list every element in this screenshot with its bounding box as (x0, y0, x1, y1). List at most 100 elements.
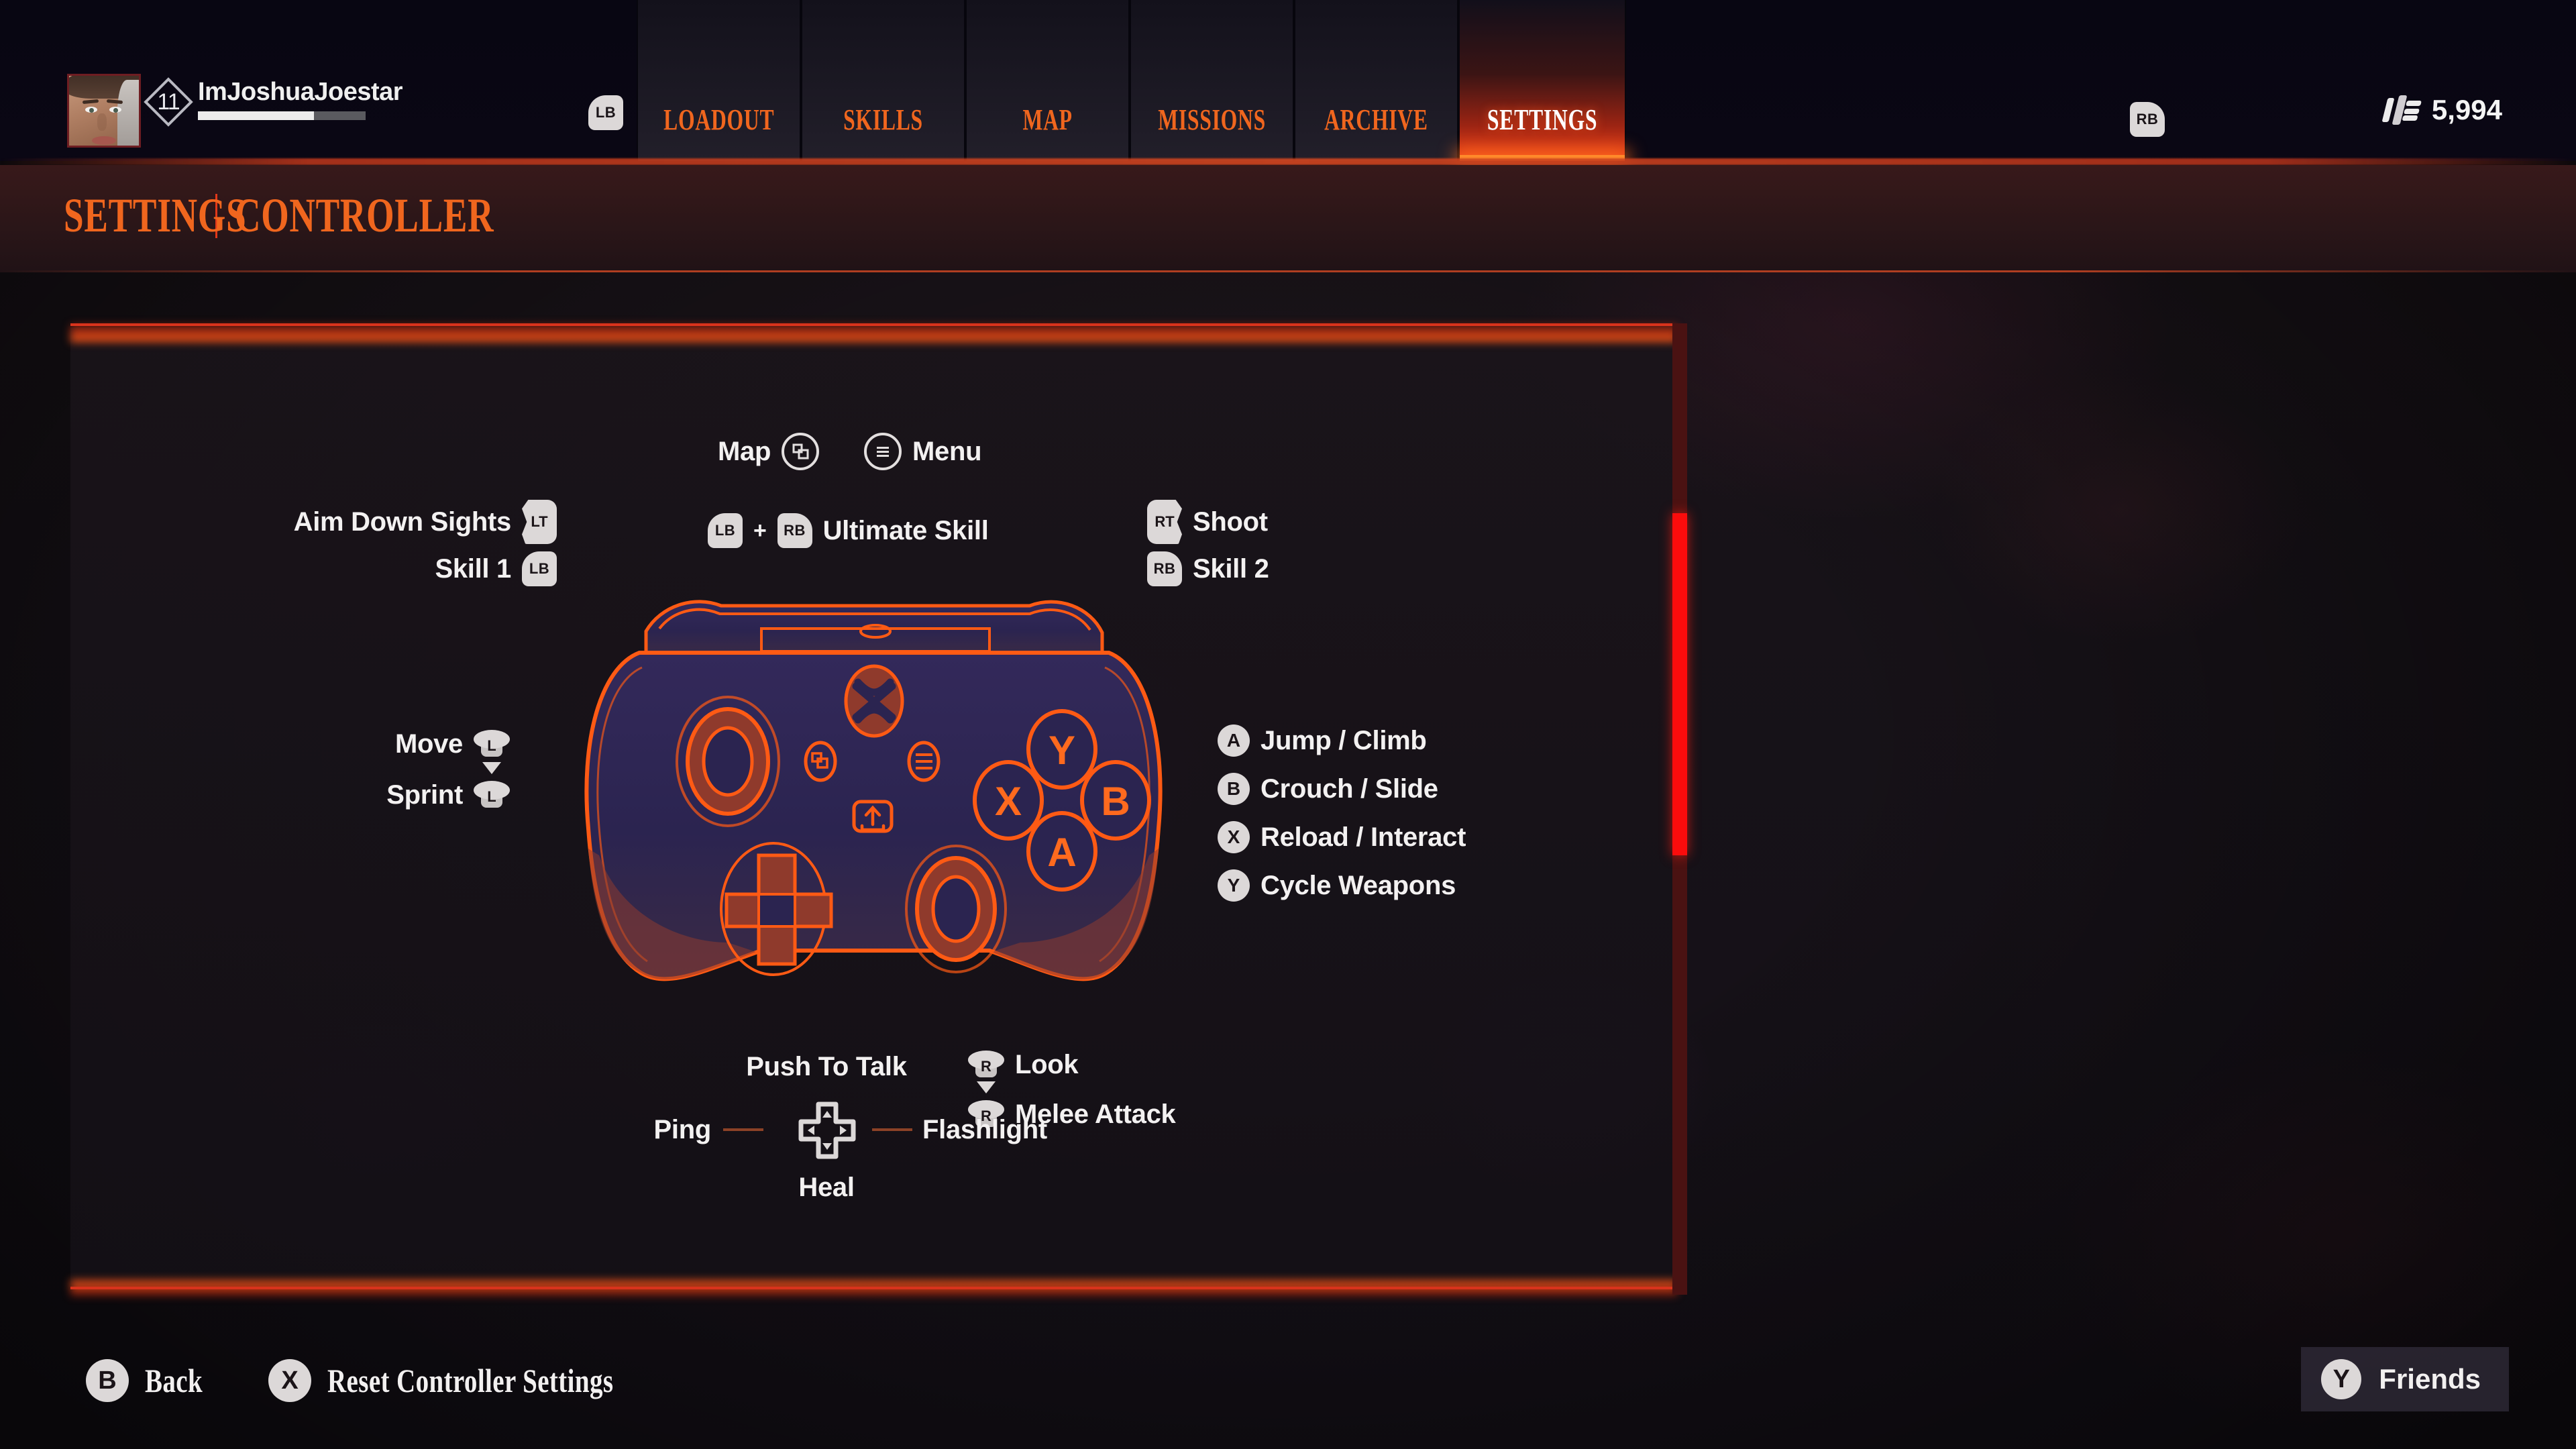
bottom-hint-bar: B Back X Reset Controller Settings Y Fri… (0, 1315, 2576, 1449)
b-button-icon: B (1218, 773, 1250, 805)
binding-b[interactable]: B Crouch / Slide (1218, 773, 1438, 805)
lt-trigger-label: LT (531, 513, 548, 530)
hint-back[interactable]: B Back (86, 1359, 279, 1402)
top-bar: 11 ImJoshuaJoestar LB LOADOUT SKILLS MAP… (0, 0, 2576, 161)
tab-missions[interactable]: MISSIONS (1130, 0, 1294, 161)
right-stick-letter: R (981, 1057, 991, 1075)
tab-map-label: MAP (1022, 103, 1073, 136)
view-icon (782, 433, 820, 470)
left-stick-icon: L (474, 726, 510, 762)
y-button-letter: Y (1227, 875, 1240, 896)
lb-bumper-label: LB (529, 560, 550, 577)
binding-shoot-label: Shoot (1193, 506, 1268, 537)
tab-archive-label: ARCHIVE (1324, 103, 1428, 136)
rt-trigger-icon: RT (1147, 500, 1182, 544)
rb-bumper-icon-ult: RB (777, 513, 812, 548)
player-card: 11 ImJoshuaJoestar (67, 74, 403, 148)
xp-bar-fill (198, 111, 314, 120)
lb-hint-label: LB (595, 104, 616, 121)
binding-dpad-left-label[interactable]: Ping (654, 1115, 712, 1145)
menu-icon (864, 433, 902, 470)
tab-loadout[interactable]: LOADOUT (637, 0, 801, 161)
left-stick-press-icon: L (474, 762, 510, 813)
binding-dpad-down-label[interactable]: Heal (798, 1173, 855, 1203)
hint-reset[interactable]: X Reset Controller Settings (268, 1359, 730, 1402)
binding-move-label: Move (394, 729, 463, 759)
y-button-icon: Y (1218, 869, 1250, 902)
binding-map-label: Map (718, 436, 771, 466)
binding-sprint[interactable]: Sprint L (315, 762, 510, 813)
binding-skill-1[interactable]: Skill 1 LB (241, 551, 557, 586)
ult-lb-label: LB (714, 522, 736, 539)
left-stick-letter: L (487, 737, 496, 754)
tab-settings[interactable]: SETTINGS (1458, 0, 1626, 161)
binding-look[interactable]: R Look (968, 1046, 1079, 1083)
binding-skill1-label: Skill 1 (435, 553, 511, 584)
rb-hint-label: RB (2136, 111, 2159, 127)
b-button-icon-footer: B (86, 1359, 129, 1402)
y-button-icon-footer: Y (2321, 1359, 2362, 1399)
a-button-letter: A (1226, 730, 1241, 751)
binding-dpad-up-label[interactable]: Push To Talk (746, 1052, 907, 1082)
avatar (67, 74, 141, 148)
dpad-left-connector (723, 1128, 763, 1131)
rb-nav-hint[interactable]: RB (2130, 102, 2165, 137)
ult-rb-label: RB (784, 522, 806, 539)
binding-y[interactable]: Y Cycle Weapons (1218, 869, 1456, 902)
binding-map[interactable]: Map (718, 433, 820, 470)
svg-text:Y: Y (1049, 728, 1075, 773)
tab-settings-label: SETTINGS (1487, 103, 1598, 136)
binding-y-label: Cycle Weapons (1260, 870, 1456, 900)
x-button-letter: X (1227, 826, 1240, 847)
lb-nav-hint[interactable]: LB (588, 95, 623, 130)
svg-text:A: A (1047, 830, 1076, 875)
friends-button[interactable]: Y Friends (2301, 1347, 2509, 1411)
x-button-icon-footer: X (268, 1359, 311, 1402)
binding-b-label: Crouch / Slide (1260, 773, 1438, 804)
level-badge: 11 (144, 77, 193, 127)
hint-back-label: Back (145, 1362, 203, 1399)
binding-aim-down-sights[interactable]: Aim Down Sights LT (241, 500, 557, 544)
binding-x-label: Reload / Interact (1260, 822, 1466, 852)
a-button-icon: A (1218, 724, 1250, 757)
currency-display: 5,994 (2381, 94, 2502, 126)
tab-archive[interactable]: ARCHIVE (1294, 0, 1458, 161)
binding-dpad-right-label[interactable]: Flashlight (922, 1115, 1047, 1145)
lb-bumper-icon-ult: LB (708, 513, 743, 548)
x-button-icon: X (1218, 821, 1250, 853)
binding-look-label: Look (1015, 1049, 1079, 1079)
tab-map[interactable]: MAP (965, 0, 1130, 161)
tab-skills[interactable]: SKILLS (801, 0, 965, 161)
level-number: 11 (157, 89, 180, 115)
lb-bumper-icon: LB (522, 551, 557, 586)
tab-missions-label: MISSIONS (1158, 103, 1266, 136)
main-nav-tabs: LOADOUT SKILLS MAP MISSIONS ARCHIVE SETT… (637, 0, 1626, 161)
controller-illustration: Y X B A (560, 567, 1187, 996)
binding-ultimate-label: Ultimate Skill (822, 515, 989, 545)
ultimate-plus: + (753, 517, 767, 543)
player-identity: ImJoshuaJoestar (198, 79, 403, 120)
stick-press-arrow (482, 762, 501, 774)
binding-a[interactable]: A Jump / Climb (1218, 724, 1427, 757)
breadcrumb-bar: SETTINGS CONTROLLER (0, 165, 2576, 272)
binding-shoot[interactable]: RT Shoot (1147, 500, 1268, 544)
scrollbar-thumb[interactable] (1672, 513, 1687, 855)
breadcrumb-section[interactable]: SETTINGS (64, 188, 246, 244)
binding-skill2-label: Skill 2 (1193, 553, 1269, 584)
tab-loadout-label: LOADOUT (663, 103, 775, 136)
b-button-letter: B (1226, 778, 1241, 799)
currency-amount: 5,994 (2431, 94, 2502, 125)
binding-x[interactable]: X Reload / Interact (1218, 821, 1466, 853)
binding-ads-label: Aim Down Sights (293, 506, 512, 537)
y-footer-letter: Y (2332, 1364, 2350, 1393)
dpad-icon (798, 1102, 856, 1159)
binding-menu[interactable]: Menu (864, 433, 982, 470)
dpad-right-connector (872, 1128, 912, 1131)
binding-move[interactable]: Move L (315, 726, 510, 762)
binding-ultimate-skill[interactable]: LB + RB Ultimate Skill (708, 513, 989, 548)
right-stick-icon: R (968, 1046, 1004, 1083)
left-stick-press-letter: L (487, 788, 496, 805)
right-stick-press-arrow (977, 1081, 996, 1093)
hint-reset-label: Reset Controller Settings (327, 1362, 614, 1399)
binding-menu-label: Menu (912, 436, 982, 466)
